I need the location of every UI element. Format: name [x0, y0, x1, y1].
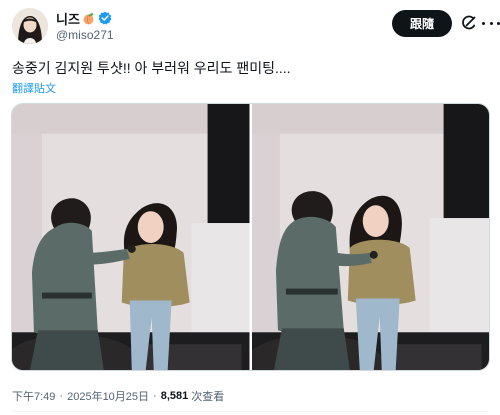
user-info: 니즈 @miso271: [56, 9, 114, 43]
view-count: 8,581: [160, 390, 189, 402]
meta-separator: ·: [153, 390, 157, 402]
translate-post-link[interactable]: 翻譯貼文: [12, 80, 56, 96]
follow-button[interactable]: 跟隨: [392, 10, 452, 37]
display-name[interactable]: 니즈: [56, 9, 80, 28]
tweet-date[interactable]: 2025年10月25日: [67, 388, 149, 404]
verified-badge-icon: [98, 11, 112, 25]
handle[interactable]: @miso271: [56, 28, 114, 42]
divider: [12, 411, 488, 412]
grok-icon[interactable]: [461, 15, 477, 31]
tweet-meta: 下午7:49 · 2025年10月25日 · 8,581 次查看: [12, 388, 224, 404]
peach-emoji-icon: [82, 12, 95, 25]
avatar[interactable]: [12, 8, 48, 44]
view-count-label: 次查看: [191, 391, 225, 403]
photo-left[interactable]: [12, 104, 250, 370]
tweet-time[interactable]: 下午7:49: [12, 388, 55, 404]
name-row: 니즈: [56, 9, 114, 28]
tweet-header: 니즈 @miso271 跟隨: [12, 8, 500, 48]
photo-right[interactable]: [251, 104, 489, 370]
more-icon[interactable]: [482, 15, 500, 31]
meta-separator: ·: [59, 390, 64, 402]
tweet-text: 송중기 김지원 투샷!! 아 부러워 우리도 팬미팅....: [12, 60, 291, 76]
media-grid: [11, 103, 490, 371]
